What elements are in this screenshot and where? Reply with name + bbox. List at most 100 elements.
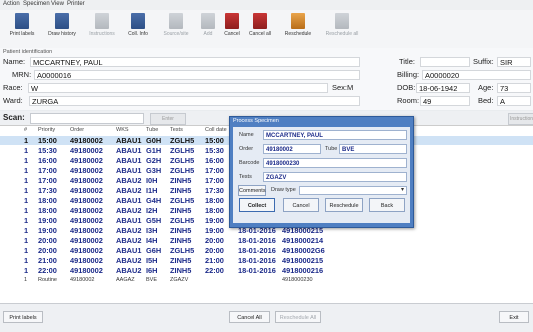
dialog-name-label: Name xyxy=(239,132,254,138)
table-cell: ABAU2 xyxy=(116,226,142,235)
table-cell: 49180002 xyxy=(70,216,103,225)
draw-history-label: Draw history xyxy=(48,31,76,37)
table-cell: 49180002 xyxy=(70,236,103,245)
dialog-barcode-label: Barcode xyxy=(239,160,260,166)
table-row[interactable]: 1 22:00 49180002 ABAU2 I6H ZINH5 22:00 18-01-20… xyxy=(0,266,533,275)
table-cell: ABAU1 xyxy=(116,196,142,205)
table-cell: 4918000216 xyxy=(282,266,324,275)
table-cell: 17:30 xyxy=(205,186,224,195)
table-cell: ABAU1 xyxy=(116,156,142,165)
table-cell: I6H xyxy=(146,266,158,275)
menu-bar: Action Specimen View Printer xyxy=(0,0,533,10)
dialog-reschedule-button[interactable]: Reschedule xyxy=(325,198,363,212)
title-label: Title: xyxy=(399,57,415,66)
table-cell: BVE xyxy=(146,277,158,283)
dialog-tube-label: Tube xyxy=(325,146,338,152)
table-cell: 15:00 xyxy=(205,136,224,145)
table-row[interactable]: 1 20:00 49180002 ABAU2 I4H ZINH5 20:00 18-01-20… xyxy=(0,236,533,245)
table-cell: 21:00 xyxy=(205,256,224,265)
table-cell: ABAU2 xyxy=(116,186,142,195)
instructions-icon xyxy=(95,13,109,29)
print-labels-button[interactable]: Print labels xyxy=(0,12,44,46)
table-cell: 49180002 xyxy=(70,196,103,205)
menu-printer[interactable]: Printer xyxy=(67,1,85,7)
menu-specimen[interactable]: Specimen xyxy=(23,1,50,7)
column-header-tube[interactable]: Tube xyxy=(146,127,158,135)
table-cell: I3H xyxy=(146,226,158,235)
table-cell: ABAU1 xyxy=(116,166,142,175)
table-cell: 17:30 xyxy=(38,186,57,195)
table-cell: ABAU2 xyxy=(116,176,142,185)
table-cell: 1 xyxy=(24,236,29,245)
table-cell: 1 xyxy=(24,136,29,145)
table-cell: 18:00 xyxy=(205,206,224,215)
print-labels-footer-button[interactable]: Print labels xyxy=(3,311,43,323)
table-cell: 15:30 xyxy=(38,146,57,155)
table-cell: ABAU1 xyxy=(116,146,142,155)
table-cell: G1H xyxy=(146,146,162,155)
column-header-tests[interactable]: Tests xyxy=(170,127,183,135)
billing-value: A0000020 xyxy=(422,70,531,80)
suffix-value: SIR xyxy=(497,57,531,67)
table-cell: 18:00 xyxy=(38,196,57,205)
table-cell: 17:00 xyxy=(205,176,224,185)
collection-info-icon xyxy=(131,13,145,29)
table-cell: 49180002 xyxy=(70,246,103,255)
reschedule-all-button[interactable]: Reschedule all xyxy=(320,12,364,46)
column-header-wks[interactable]: WKS xyxy=(116,127,129,135)
column-header-number: # xyxy=(24,127,28,133)
instruction-button[interactable]: Instruction xyxy=(508,113,533,125)
table-cell: 1 xyxy=(24,166,29,175)
table-cell: 4918000215 xyxy=(282,256,324,265)
age-label: Age: xyxy=(478,83,494,92)
process-specimen-dialog: Process Specimen Name MCCARTNEY, PAUL Or… xyxy=(229,116,414,228)
table-cell: G0H xyxy=(146,136,162,145)
table-cell: 1 xyxy=(24,176,29,185)
table-cell: 1 xyxy=(24,246,29,255)
table-cell: 49180002 xyxy=(70,146,103,155)
menu-action[interactable]: Action xyxy=(3,1,20,7)
draw-type-select[interactable]: ▾ xyxy=(299,186,407,195)
column-header-priority[interactable]: Priority xyxy=(38,127,55,135)
source-site-icon xyxy=(169,13,183,29)
column-header-coll-date[interactable]: Coll date xyxy=(205,127,227,135)
table-row[interactable]: 1 21:00 49180002 ABAU2 I5H ZINH5 21:00 18-01-20… xyxy=(0,256,533,265)
scan-input[interactable] xyxy=(30,113,144,124)
table-cell: 49180002 xyxy=(70,226,103,235)
table-cell: ABAU2 xyxy=(116,256,142,265)
cancel-icon xyxy=(225,13,239,29)
table-cell: ZGAZV xyxy=(170,277,189,283)
enter-button[interactable]: Enter xyxy=(150,113,186,125)
table-cell: ABAU1 xyxy=(116,136,142,145)
table-cell: 49180002 xyxy=(70,136,103,145)
draw-history-button[interactable]: Draw history xyxy=(40,12,84,46)
table-cell: 17:00 xyxy=(205,166,224,175)
footer-bar: Print labels Cancel All Reschedule All E… xyxy=(0,303,533,332)
cancel-all-footer-button[interactable]: Cancel All xyxy=(229,311,270,323)
reschedule-all-footer-button[interactable]: Reschedule All xyxy=(275,311,321,323)
table-cell: 19:00 xyxy=(38,216,57,225)
table-cell: G6H xyxy=(146,246,162,255)
draw-history-icon xyxy=(55,13,69,29)
reschedule-button[interactable]: Reschedule xyxy=(276,12,320,46)
collect-button[interactable]: Collect xyxy=(239,198,275,212)
dialog-back-button[interactable]: Back xyxy=(369,198,405,212)
table-cell: 1 xyxy=(24,186,29,195)
column-header-order[interactable]: Order xyxy=(70,127,84,135)
table-row[interactable]: 1 Routine 49180002 AAGAZ BVE ZGAZV 4918000230 xyxy=(0,276,533,285)
comments-button[interactable]: Comments xyxy=(238,185,266,196)
table-cell: 19:00 xyxy=(38,226,57,235)
print-labels-icon xyxy=(15,13,29,29)
room-value: 49 xyxy=(420,96,470,106)
name-label: Name: xyxy=(3,57,26,66)
exit-button[interactable]: Exit xyxy=(499,311,529,323)
table-cell: ZINH5 xyxy=(170,266,192,275)
sex-value: M xyxy=(347,83,354,92)
dialog-cancel-button[interactable]: Cancel xyxy=(283,198,319,212)
menu-view[interactable]: View xyxy=(51,1,64,7)
table-row[interactable]: 1 20:00 49180002 ABAU1 G6H ZGLH5 20:00 18-01-20… xyxy=(0,246,533,255)
table-cell: I1H xyxy=(146,186,158,195)
mrn-label: MRN: xyxy=(12,70,32,79)
age-value: 73 xyxy=(497,83,531,93)
dialog-order-label: Order xyxy=(239,146,254,152)
